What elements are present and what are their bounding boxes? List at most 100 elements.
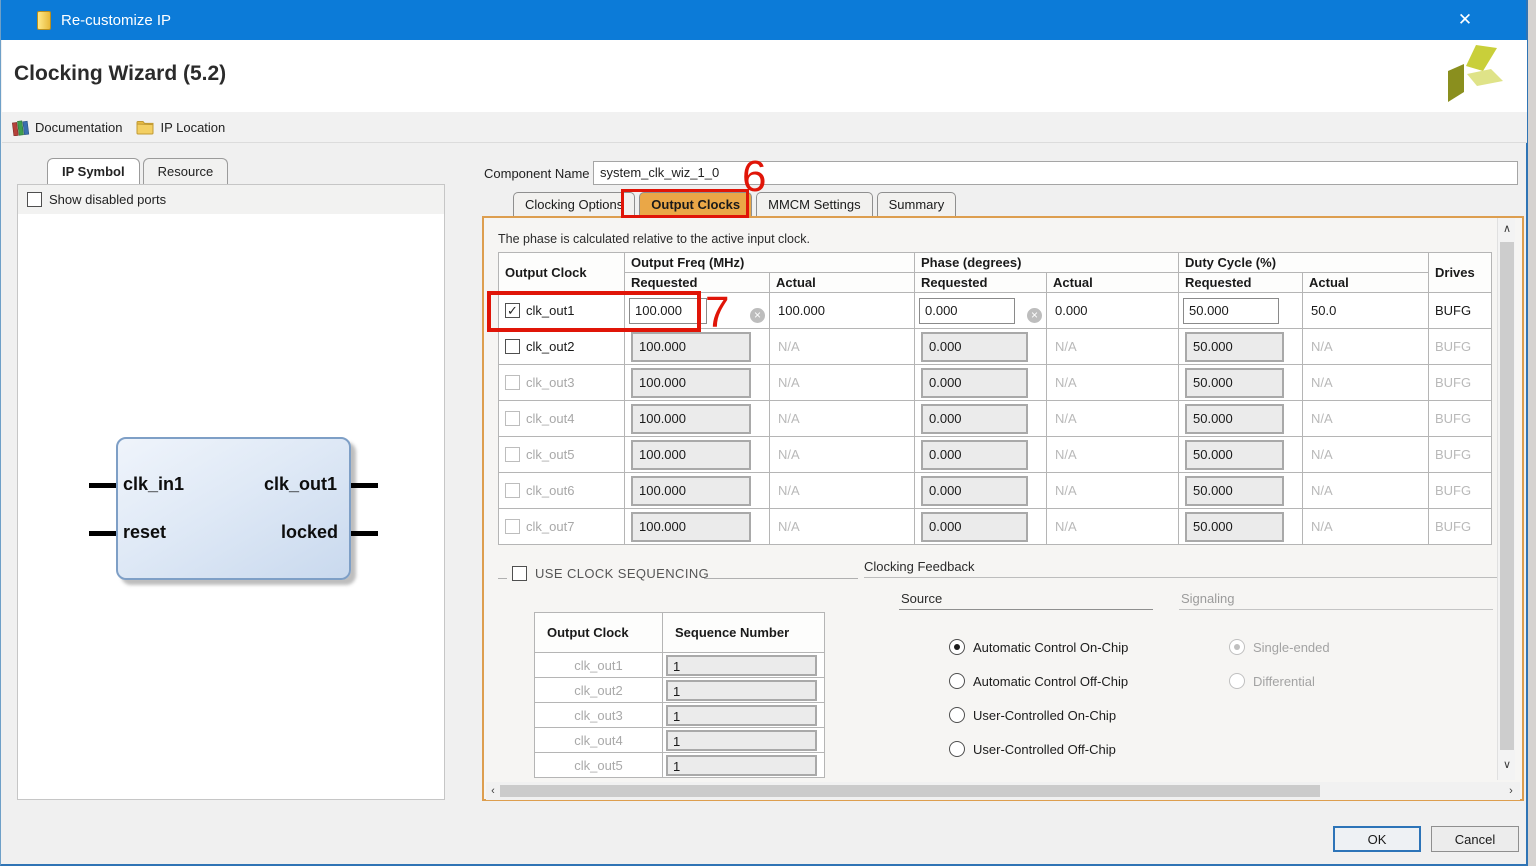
tab-mmcm-settings[interactable]: MMCM Settings bbox=[756, 192, 872, 216]
output-clock-row: clk_out3100.000N/A0.000N/A50.000N/ABUFG bbox=[499, 365, 1492, 401]
col-phase-actual: Actual bbox=[1047, 273, 1179, 293]
dialog-header: Clocking Wizard (5.2) bbox=[2, 40, 1527, 112]
radio-icon bbox=[1229, 639, 1245, 655]
drives-value: BUFG bbox=[1433, 519, 1471, 534]
ok-button[interactable]: OK bbox=[1333, 826, 1421, 852]
group-line-right bbox=[704, 578, 858, 579]
radio-label: Automatic Control On-Chip bbox=[973, 640, 1128, 655]
ip-location-button[interactable]: IP Location bbox=[136, 120, 225, 135]
radio-label: Single-ended bbox=[1253, 640, 1330, 655]
output-clock-row: ✓clk_out1100.000×100.0000.000×0.00050.00… bbox=[499, 293, 1492, 329]
vertical-scroll-thumb[interactable] bbox=[1500, 242, 1514, 750]
tab-clocking-options[interactable]: Clocking Options bbox=[513, 192, 635, 216]
cancel-button[interactable]: Cancel bbox=[1431, 826, 1519, 852]
tab-output-clocks[interactable]: Output Clocks bbox=[639, 192, 752, 216]
tab-summary[interactable]: Summary bbox=[877, 192, 957, 216]
freq_act-value: N/A bbox=[774, 519, 800, 534]
toolbar: Documentation IP Location bbox=[2, 112, 1527, 143]
radio-label: User-Controlled Off-Chip bbox=[973, 742, 1116, 757]
source-label: Source bbox=[901, 591, 942, 606]
phase_req-input: 0.000 bbox=[921, 512, 1028, 542]
tab-resource[interactable]: Resource bbox=[143, 158, 229, 184]
output-clock-name: clk_out7 bbox=[526, 519, 574, 534]
duty_act-value: N/A bbox=[1307, 411, 1333, 426]
duty_req-input: 50.000 bbox=[1185, 332, 1284, 362]
documentation-label: Documentation bbox=[35, 120, 122, 135]
freq_act-value: N/A bbox=[774, 411, 800, 426]
duty_act-value: N/A bbox=[1307, 375, 1333, 390]
port-stub-reset bbox=[89, 531, 116, 536]
use-clock-sequencing-checkbox[interactable] bbox=[512, 566, 527, 581]
freq_act-value: N/A bbox=[774, 447, 800, 462]
sequence-row: clk_out41 bbox=[535, 728, 825, 753]
phase_req-input: 0.000 bbox=[921, 368, 1028, 398]
drives-value: BUFG bbox=[1433, 447, 1471, 462]
group-line-left bbox=[498, 578, 507, 579]
phase-note: The phase is calculated relative to the … bbox=[498, 232, 810, 246]
col-output-freq: Output Freq (MHz) bbox=[625, 253, 915, 273]
output-clock-row: clk_out2100.000N/A0.000N/A50.000N/ABUFG bbox=[499, 329, 1492, 365]
phase_act-value: N/A bbox=[1051, 483, 1077, 498]
output-clock-name: clk_out5 bbox=[526, 447, 574, 462]
radio-automatic-control-on-chip[interactable]: Automatic Control On-Chip bbox=[949, 636, 1128, 658]
duty_act-value: 50.0 bbox=[1307, 303, 1336, 318]
col-output-clock: Output Clock bbox=[499, 253, 625, 293]
radio-label: User-Controlled On-Chip bbox=[973, 708, 1116, 723]
output-clock-checkbox[interactable] bbox=[505, 447, 520, 462]
window-title: Re-customize IP bbox=[61, 12, 171, 29]
horizontal-scroll-thumb[interactable] bbox=[500, 785, 1320, 797]
duty_req-input[interactable]: 50.000 bbox=[1183, 298, 1279, 324]
drives-value: BUFG bbox=[1433, 303, 1471, 318]
close-icon[interactable]: ✕ bbox=[1452, 8, 1478, 32]
col-freq-requested: Requested bbox=[625, 273, 770, 293]
radio-label: Automatic Control Off-Chip bbox=[973, 674, 1128, 689]
horizontal-scrollbar[interactable]: ‹ › bbox=[486, 782, 1520, 800]
duty_act-value: N/A bbox=[1307, 483, 1333, 498]
feedback-underline bbox=[864, 577, 1510, 578]
radio-automatic-control-off-chip[interactable]: Automatic Control Off-Chip bbox=[949, 670, 1128, 692]
sequence-table: Output Clock Sequence Number clk_out11cl… bbox=[534, 612, 825, 778]
port-label-clk-in1: clk_in1 bbox=[123, 474, 184, 495]
scroll-down-icon[interactable]: ∨ bbox=[1498, 758, 1516, 771]
freq_req-input: 100.000 bbox=[631, 476, 751, 506]
clear-icon[interactable]: × bbox=[1027, 308, 1042, 323]
output-clock-name: clk_out2 bbox=[526, 339, 574, 354]
freq_req-input: 100.000 bbox=[631, 368, 751, 398]
col-duty-requested: Requested bbox=[1179, 273, 1303, 293]
signaling-underline bbox=[1179, 609, 1493, 610]
output-clock-checkbox[interactable]: ✓ bbox=[505, 303, 520, 318]
source-underline bbox=[899, 609, 1153, 610]
output-clock-checkbox[interactable] bbox=[505, 339, 520, 354]
output-clock-checkbox[interactable] bbox=[505, 483, 520, 498]
radio-user-controlled-on-chip[interactable]: User-Controlled On-Chip bbox=[949, 704, 1128, 726]
clear-icon[interactable]: × bbox=[750, 308, 765, 323]
documentation-button[interactable]: Documentation bbox=[12, 119, 122, 136]
freq_req-input: 100.000 bbox=[631, 440, 751, 470]
scroll-right-icon[interactable]: › bbox=[1502, 785, 1520, 797]
settings-tabs: Clocking OptionsOutput ClocksMMCM Settin… bbox=[513, 192, 960, 216]
sequence-number-input: 1 bbox=[666, 755, 817, 776]
output-clock-checkbox[interactable] bbox=[505, 375, 520, 390]
show-disabled-ports-row: Show disabled ports bbox=[18, 185, 444, 214]
clocking-feedback-title: Clocking Feedback bbox=[864, 559, 975, 574]
annotation-label-6: 6 bbox=[742, 155, 766, 199]
sequence-number-input: 1 bbox=[666, 705, 817, 726]
output-clock-checkbox[interactable] bbox=[505, 519, 520, 534]
component-name-input[interactable]: system_clk_wiz_1_0 bbox=[593, 161, 1518, 185]
vertical-scrollbar[interactable]: ∧ ∨ bbox=[1497, 218, 1515, 780]
port-label-locked: locked bbox=[281, 522, 338, 543]
signaling-radio-group: Single-endedDifferential bbox=[1229, 636, 1330, 692]
recustomize-ip-dialog: Re-customize IP ✕ Clocking Wizard (5.2) bbox=[0, 0, 1528, 866]
phase_act-value: N/A bbox=[1051, 375, 1077, 390]
radio-user-controlled-off-chip[interactable]: User-Controlled Off-Chip bbox=[949, 738, 1128, 760]
tab-ip-symbol[interactable]: IP Symbol bbox=[47, 158, 140, 184]
freq_req-input[interactable]: 100.000 bbox=[629, 298, 707, 324]
sequence-number-input: 1 bbox=[666, 655, 817, 676]
phase_req-input[interactable]: 0.000 bbox=[919, 298, 1015, 324]
show-disabled-ports-checkbox[interactable] bbox=[27, 192, 42, 207]
phase_req-input: 0.000 bbox=[921, 476, 1028, 506]
duty_req-input: 50.000 bbox=[1185, 404, 1284, 434]
output-clock-checkbox[interactable] bbox=[505, 411, 520, 426]
scroll-up-icon[interactable]: ∧ bbox=[1498, 222, 1516, 235]
annotation-label-7: 7 bbox=[705, 291, 729, 335]
